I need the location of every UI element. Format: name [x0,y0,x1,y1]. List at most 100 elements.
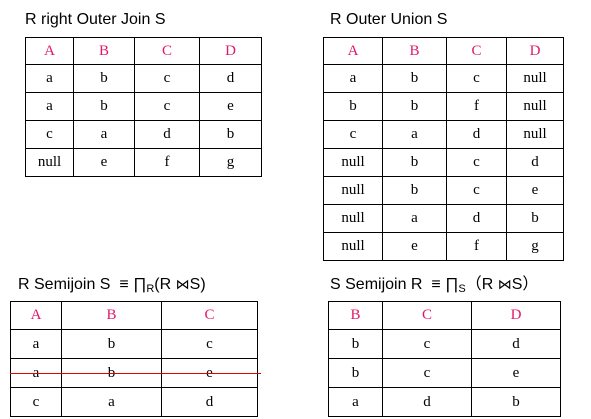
table-row: a b c e [25,92,262,121]
table-row: c a d null [323,120,564,149]
table-cell: b [199,120,262,149]
table-cell: c [10,387,62,417]
table-header-row: A B C [10,301,258,330]
column-header: D [199,37,262,65]
table-cell: c [134,92,200,121]
table-cell: c [134,64,200,93]
table-row: null b c e [323,176,564,205]
table-cell: d [471,329,561,359]
table-cell: b [323,92,383,121]
table-cell: b [506,204,564,233]
table-cell: a [25,64,74,93]
table-cell: b [328,358,383,388]
table-cell: c [446,176,507,205]
table-cell: c [382,358,472,388]
semijoin-sr-table: B C D b c d b c e a d b [328,301,561,417]
join-right-operand: S） [511,276,539,293]
table-cell: c [446,148,507,177]
outer-union-table: A B C D a b c null b b f null c a d null… [323,37,564,261]
table-cell: c [382,329,472,359]
table-cell: null [323,232,383,261]
column-header: A [10,301,62,330]
semijoin-rs-table: A B C a b c a b e c a d [10,301,262,417]
join-left-operand: （R [465,276,494,293]
natural-join-symbol: ⋈ [497,277,512,293]
table-cell: e [382,232,447,261]
table-row: a b c [10,329,258,359]
struck-table-cell: a [10,358,66,388]
table-header-row: B C D [328,301,561,330]
table-cell: null [323,176,383,205]
title-text: R Semijoin S [18,276,111,293]
table-header-row: A B C D [323,37,564,65]
table-cell: e [73,148,135,177]
table-row: null a d b [323,204,564,233]
table-cell: null [25,148,74,177]
table-cell: g [506,232,564,261]
column-header: B [61,301,162,330]
table-cell: b [382,148,447,177]
table-cell: null [506,120,564,149]
column-header: B [382,37,447,65]
table-cell: b [61,329,162,359]
semijoin-sr-title: S Semijoin R ≡ ∏S（R ⋈S） [330,275,538,299]
table-cell: b [328,329,383,359]
table-cell: a [25,92,74,121]
table-header-row: A B C D [25,37,262,65]
table-cell: b [73,92,135,121]
column-header: B [328,301,383,330]
struck-table-cell: b [61,358,166,388]
table-cell: e [471,358,561,388]
table-row: c a d b [25,120,262,149]
table-row: a d b [328,387,561,417]
table-cell: b [382,176,447,205]
table-cell: null [506,92,564,121]
outer-union-title: R Outer Union S [330,11,448,28]
table-cell: c [161,329,258,359]
column-header: C [134,37,200,65]
table-cell: g [199,148,262,177]
table-cell: b [382,92,447,121]
table-cell: c [25,120,74,149]
column-header: D [506,37,564,65]
struck-table-cell: e [161,358,262,388]
table-cell: f [134,148,200,177]
natural-join-symbol: ⋈ [175,277,190,293]
table-row: a b c null [323,64,564,93]
right-outer-join-table: A B C D a b c d a b c e c a d b null e f… [25,37,262,177]
column-header: D [471,301,561,330]
table-row: b c e [328,358,561,388]
table-cell: d [382,387,472,417]
table-cell: c [446,64,507,93]
table-row: null e f g [25,148,262,177]
table-cell: b [73,64,135,93]
table-cell: d [199,64,262,93]
table-cell: e [199,92,262,121]
join-left-operand: (R [154,276,172,293]
column-header: A [25,37,74,65]
table-cell: null [506,64,564,93]
column-header: C [446,37,507,65]
table-cell: a [323,64,383,93]
table-cell: null [323,204,383,233]
semijoin-rs-title: R Semijoin S ≡ ∏R(R ⋈S) [18,275,206,299]
table-cell: a [382,204,447,233]
table-cell: a [10,329,62,359]
projection-symbol: ∏ [445,276,459,293]
join-right-operand: S) [189,276,206,293]
struck-table-row: a b e [10,358,262,388]
table-cell: f [446,92,507,121]
table-cell: null [323,148,383,177]
table-cell: f [446,232,507,261]
column-header: B [73,37,135,65]
table-cell: b [382,64,447,93]
title-text: S Semijoin R [330,276,423,293]
column-header: C [382,301,472,330]
table-cell: e [506,176,564,205]
table-cell: d [134,120,200,149]
table-row: b c d [328,329,561,359]
table-row: a b c d [25,64,262,93]
equivalence-symbol: ≡ [119,276,129,293]
table-row: c a d [10,387,258,417]
table-cell: c [323,120,383,149]
